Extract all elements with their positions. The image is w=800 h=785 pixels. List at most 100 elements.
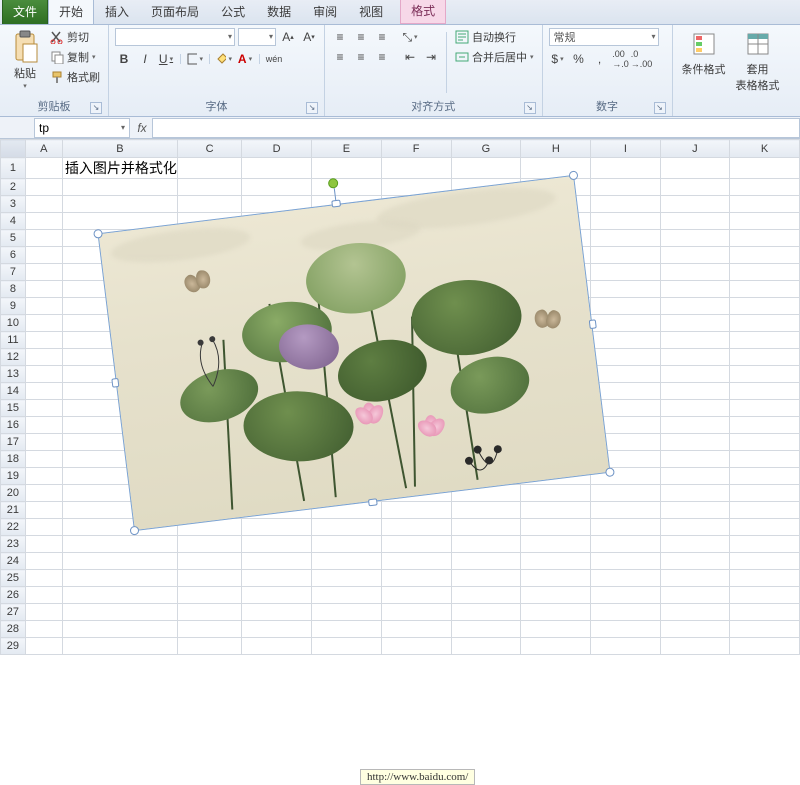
decrease-decimal-button[interactable]: .0→.00 [633, 50, 651, 68]
cell[interactable] [25, 621, 62, 638]
cell[interactable] [25, 604, 62, 621]
cell[interactable] [521, 536, 591, 553]
cell[interactable] [62, 570, 177, 587]
cell[interactable] [730, 587, 800, 604]
cell[interactable] [25, 468, 62, 485]
cell[interactable] [660, 587, 730, 604]
cell[interactable] [25, 213, 62, 230]
cell[interactable] [25, 417, 62, 434]
cell[interactable] [177, 587, 241, 604]
cell[interactable] [660, 349, 730, 366]
cell[interactable] [660, 485, 730, 502]
cell[interactable] [730, 536, 800, 553]
conditional-format-button[interactable]: 条件格式 [679, 28, 729, 79]
cell[interactable] [660, 638, 730, 655]
cell[interactable] [730, 213, 800, 230]
cell[interactable] [660, 158, 730, 179]
row-header-25[interactable]: 25 [1, 570, 26, 587]
cell[interactable] [660, 553, 730, 570]
table-format-button[interactable]: 套用 表格格式 [733, 28, 783, 95]
cell[interactable] [451, 604, 521, 621]
cell[interactable] [730, 179, 800, 196]
indent-decrease-button[interactable]: ⇤ [401, 48, 419, 66]
cell[interactable] [381, 587, 451, 604]
cell[interactable] [521, 519, 591, 536]
cell[interactable] [25, 158, 62, 179]
cell[interactable] [25, 451, 62, 468]
grow-font-button[interactable]: A▴ [279, 28, 297, 46]
cell[interactable] [62, 604, 177, 621]
tab-view[interactable]: 视图 [348, 0, 394, 24]
cell[interactable] [660, 604, 730, 621]
row-header-23[interactable]: 23 [1, 536, 26, 553]
cell[interactable] [660, 383, 730, 400]
cell[interactable] [660, 519, 730, 536]
align-top-button[interactable]: ≡ [331, 28, 349, 46]
cell[interactable] [177, 621, 241, 638]
row-header-20[interactable]: 20 [1, 485, 26, 502]
cell[interactable] [381, 604, 451, 621]
fx-button[interactable]: fx [132, 121, 152, 135]
name-box[interactable]: tp▾ [34, 118, 130, 138]
percent-format-button[interactable]: % [570, 50, 588, 68]
cell[interactable] [660, 366, 730, 383]
wrap-text-button[interactable]: 自动换行 [453, 28, 536, 46]
tab-file[interactable]: 文件 [2, 0, 48, 24]
cell[interactable] [660, 179, 730, 196]
align-middle-button[interactable]: ≡ [352, 28, 370, 46]
cell[interactable] [730, 451, 800, 468]
row-header-19[interactable]: 19 [1, 468, 26, 485]
cell[interactable] [25, 519, 62, 536]
resize-handle-b[interactable] [368, 498, 378, 506]
cell[interactable] [730, 281, 800, 298]
cell[interactable] [451, 553, 521, 570]
align-launcher[interactable]: ↘ [524, 102, 536, 114]
cell[interactable] [660, 315, 730, 332]
col-header-K[interactable]: K [730, 140, 800, 158]
cell[interactable] [660, 570, 730, 587]
cell[interactable] [25, 366, 62, 383]
cell[interactable] [730, 298, 800, 315]
cell[interactable] [591, 502, 660, 519]
cell[interactable] [312, 604, 382, 621]
cell[interactable] [177, 638, 241, 655]
cell[interactable] [660, 247, 730, 264]
cell[interactable] [451, 587, 521, 604]
cell[interactable] [381, 570, 451, 587]
row-header-24[interactable]: 24 [1, 553, 26, 570]
inserted-picture[interactable] [64, 141, 644, 564]
cell[interactable] [312, 570, 382, 587]
row-header-3[interactable]: 3 [1, 196, 26, 213]
cell[interactable] [25, 332, 62, 349]
col-header-D[interactable]: D [242, 140, 312, 158]
font-color-button[interactable]: A [236, 50, 254, 68]
cell[interactable] [660, 417, 730, 434]
cell[interactable] [25, 247, 62, 264]
cell[interactable] [660, 434, 730, 451]
cell[interactable] [730, 400, 800, 417]
clipboard-launcher[interactable]: ↘ [90, 102, 102, 114]
font-launcher[interactable]: ↘ [306, 102, 318, 114]
underline-button[interactable]: U [157, 50, 175, 68]
cell[interactable] [381, 621, 451, 638]
comma-format-button[interactable]: , [591, 50, 609, 68]
col-header-F[interactable]: F [381, 140, 451, 158]
cell[interactable] [730, 383, 800, 400]
cell[interactable] [242, 553, 312, 570]
font-family-combo[interactable]: ▾ [115, 28, 235, 46]
cell[interactable] [660, 502, 730, 519]
col-header-A[interactable]: A [25, 140, 62, 158]
row-header-5[interactable]: 5 [1, 230, 26, 247]
row-header-16[interactable]: 16 [1, 417, 26, 434]
cell[interactable] [591, 519, 660, 536]
cell[interactable]: 插入图片并格式化 [62, 158, 177, 179]
cell[interactable] [451, 570, 521, 587]
tab-home[interactable]: 开始 [48, 0, 94, 24]
formula-input[interactable] [152, 118, 800, 138]
cell[interactable] [730, 417, 800, 434]
cell[interactable] [660, 213, 730, 230]
row-header-27[interactable]: 27 [1, 604, 26, 621]
cell[interactable] [25, 502, 62, 519]
orientation-button[interactable]: ⤡ [401, 28, 419, 46]
cell[interactable] [242, 638, 312, 655]
